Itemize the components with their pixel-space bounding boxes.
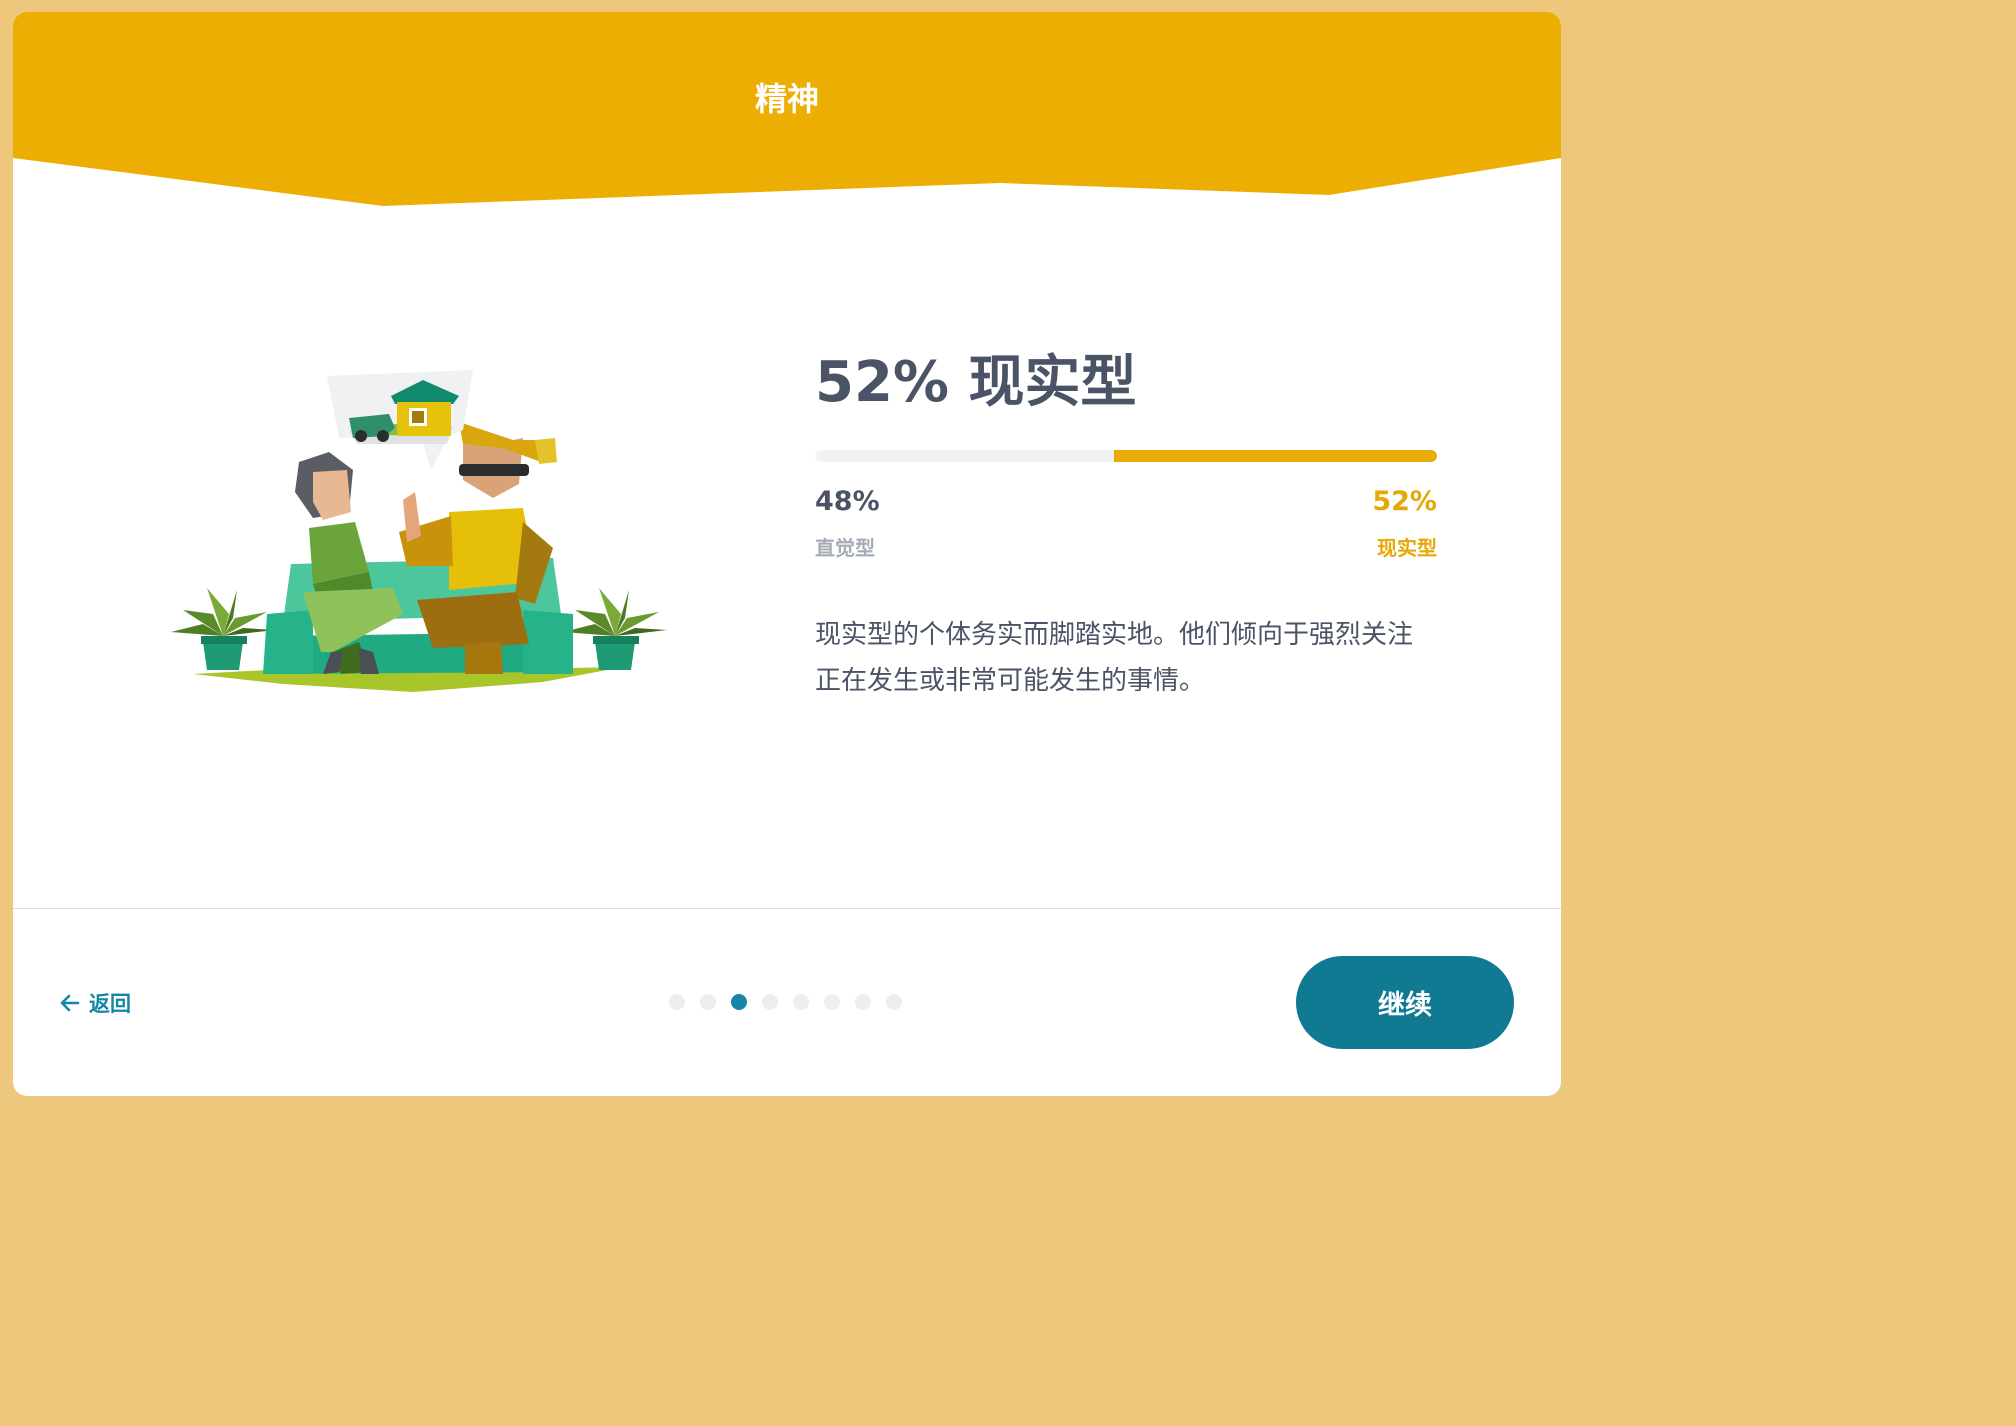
right-percent: 52% [1372, 486, 1437, 517]
speech-bubble-icon [327, 370, 473, 470]
back-button[interactable]: 返回 [59, 986, 131, 1020]
plant-left-icon [171, 588, 275, 670]
left-trait-label: 直觉型 [815, 536, 875, 560]
right-trait-label: 现实型 [1377, 536, 1437, 560]
score-bar [815, 450, 1437, 462]
result-card: 精神 52% 现实型 48% 52% 直觉型 现实型 现实型的个体务实而脚踏实地… [13, 12, 1561, 1096]
continue-label: 继续 [1378, 990, 1432, 1021]
trait-description: 现实型的个体务实而脚踏实地。他们倾向于强烈关注正在发生或非常可能发生的事情。 [815, 620, 1414, 696]
pagination-dot[interactable] [669, 994, 685, 1010]
continue-button[interactable]: 继续 [1296, 956, 1514, 1049]
back-label: 返回 [89, 992, 131, 1016]
pagination-dot[interactable] [762, 994, 778, 1010]
pagination-dot[interactable] [793, 994, 809, 1010]
pagination-dot[interactable] [855, 994, 871, 1010]
left-percent: 48% [815, 486, 880, 517]
pagination-dot[interactable] [731, 994, 747, 1010]
plant-right-icon [563, 588, 667, 670]
pagination-dot[interactable] [886, 994, 902, 1010]
result-headline: 52% 现实型 [815, 350, 1137, 415]
result-panel: 52% 现实型 48% 52% 直觉型 现实型 现实型的个体务实而脚踏实地。他们… [815, 348, 1437, 696]
footer-divider [13, 908, 1561, 909]
pagination-dot[interactable] [824, 994, 840, 1010]
score-bar-fill [1113, 450, 1437, 462]
page-title: 精神 [754, 80, 819, 118]
personality-illustration [171, 370, 667, 692]
pagination-dots [669, 994, 902, 1010]
arrow-left-icon [60, 994, 80, 1012]
pagination-dot[interactable] [700, 994, 716, 1010]
